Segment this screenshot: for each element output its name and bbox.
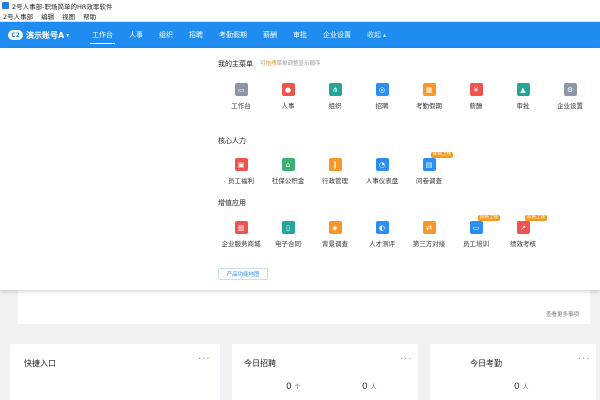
today-recruit-title: 今日招聘 xyxy=(244,359,276,368)
top-navbar: C2 演示账号A ▾ 工作台 人事 组织 招聘 考勤假期 薪酬 审批 企业设置 … xyxy=(0,22,600,48)
tab-workbench[interactable]: 工作台 xyxy=(84,22,121,48)
contract-icon: ▯ xyxy=(281,221,295,234)
menu-employee-welfare[interactable]: ▣ 员工福利 xyxy=(219,158,263,194)
menu-item-app[interactable]: 2号人事部 xyxy=(3,11,33,21)
today-recruit-card: 今日招聘 ··· 0 个 0 人 xyxy=(232,344,418,400)
collapse-menu-button[interactable]: 收起 ▴ xyxy=(359,22,394,48)
tab-personnel[interactable]: 人事 xyxy=(121,22,151,48)
chevron-up-icon: ▴ xyxy=(383,31,387,39)
calendar-icon: ▦ xyxy=(422,83,436,96)
nav-tabs: 工作台 人事 组织 招聘 考勤假期 薪酬 审批 企业设置 收起 ▴ xyxy=(84,22,394,48)
menu-organization[interactable]: ⋔ 组织 xyxy=(313,83,357,119)
window-titlebar: 2号人事部-职场简单的HR效率软件 xyxy=(0,0,600,11)
tab-salary[interactable]: 薪酬 xyxy=(255,22,285,48)
today-attendance-title: 今日考勤 xyxy=(470,359,502,368)
recruit-icon: ◎ xyxy=(375,83,389,96)
integration-icon: ⇄ xyxy=(422,221,436,234)
chevron-down-icon: ▾ xyxy=(66,31,70,39)
menu-item-view[interactable]: 视图 xyxy=(62,11,75,21)
recruit-people: 0 人 xyxy=(362,382,377,392)
account-switcher[interactable]: C2 演示账号A ▾ xyxy=(8,30,84,41)
gear-icon: ⚙ xyxy=(563,83,577,96)
gift-icon: ▣ xyxy=(234,158,248,171)
more-icon[interactable]: ··· xyxy=(578,354,591,365)
person-icon: ● xyxy=(281,83,295,96)
menu-survey[interactable]: 即将上线 ▤ 问卷调查 xyxy=(407,152,453,194)
menu-social-security[interactable]: ⌂ 社保公积金 xyxy=(266,158,310,194)
survey-icon: ▤ xyxy=(422,158,436,171)
collapse-label: 收起 xyxy=(367,31,381,39)
books-icon: ‖ xyxy=(328,158,342,171)
more-icon[interactable]: ··· xyxy=(400,354,413,365)
value-added-title: 增值应用 xyxy=(218,199,246,207)
menu-e-contract[interactable]: ▯ 电子合同 xyxy=(266,221,310,257)
today-attendance-card: 今日考勤 ··· 0 人 xyxy=(430,344,596,400)
coming-soon-badge: 即将上线 xyxy=(525,215,547,221)
main-menu-title: 我的主菜单 xyxy=(218,60,253,68)
salary-icon: ¥ xyxy=(469,83,483,96)
attendance-count: 0 人 xyxy=(514,382,529,392)
background-check-icon: ◈ xyxy=(328,221,342,234)
menu-third-party[interactable]: ⇄ 第三方对接 xyxy=(407,221,451,257)
training-icon: ▭ xyxy=(469,221,483,234)
tab-company-settings[interactable]: 企业设置 xyxy=(315,22,359,48)
menubar: 2号人事部 编辑 视图 帮助 xyxy=(0,11,600,22)
approval-icon: ▲ xyxy=(516,83,530,96)
mega-menu-panel: 我的主菜单 可拖拽菜单调整显示顺序 ▭ 工作台 ● 人事 ⋔ 组织 ◎ 招聘 ▦… xyxy=(0,48,600,290)
org-icon: ⋔ xyxy=(328,83,342,96)
tab-organization[interactable]: 组织 xyxy=(151,22,181,48)
menu-item-help[interactable]: 帮助 xyxy=(83,11,96,21)
menu-admin-management[interactable]: ‖ 行政管理 xyxy=(313,158,357,194)
quick-entry-card: 快捷入口 ··· xyxy=(10,344,220,400)
more-icon[interactable]: ··· xyxy=(198,354,211,365)
coming-soon-badge: 即将上线 xyxy=(478,215,500,221)
house-icon: ⌂ xyxy=(281,158,295,171)
talent-assess-icon: ◐ xyxy=(375,221,389,234)
menu-performance[interactable]: 即将上线 ↗ 绩效考核 xyxy=(501,215,547,257)
menu-hr-dashboard[interactable]: ◔ 人事仪表盘 xyxy=(360,158,404,194)
menu-salary[interactable]: ¥ 薪酬 xyxy=(454,83,498,119)
coming-soon-badge: 即将上线 xyxy=(431,152,453,158)
menu-employee-training[interactable]: 即将上线 ▭ 员工培训 xyxy=(454,215,500,257)
menu-workbench[interactable]: ▭ 工作台 xyxy=(219,83,263,119)
menu-background-check[interactable]: ◈ 背景调查 xyxy=(313,221,357,257)
menu-personnel[interactable]: ● 人事 xyxy=(266,83,310,119)
pie-chart-icon: ◔ xyxy=(375,158,389,171)
tab-approval[interactable]: 审批 xyxy=(285,22,315,48)
product-function-map-button[interactable]: 产品功能地图 xyxy=(218,268,268,280)
drag-hint: 可拖拽菜单调整显示顺序 xyxy=(260,61,321,67)
shop-icon: ▥ xyxy=(234,221,248,234)
menu-company-settings[interactable]: ⚙ 企业设置 xyxy=(548,83,592,119)
quick-entry-title: 快捷入口 xyxy=(24,359,56,368)
core-hr-title: 核心人力 xyxy=(218,137,246,145)
menu-talent-assessment[interactable]: ◐ 人才测评 xyxy=(360,221,404,257)
menu-service-mall[interactable]: ▥ 企业服务商城 xyxy=(219,221,263,257)
menu-attendance[interactable]: ▦ 考勤假期 xyxy=(407,83,451,119)
window-title: 2号人事部-职场简单的HR效率软件 xyxy=(12,2,113,11)
tab-attendance[interactable]: 考勤假期 xyxy=(211,22,255,48)
app-icon xyxy=(2,2,9,9)
menu-approval[interactable]: ▲ 审批 xyxy=(501,83,545,119)
menu-recruitment[interactable]: ◎ 招聘 xyxy=(360,83,404,119)
logo-icon: C2 xyxy=(8,30,23,40)
account-name: 演示账号A xyxy=(26,30,65,40)
menu-item-edit[interactable]: 编辑 xyxy=(41,11,54,21)
performance-icon: ↗ xyxy=(516,221,530,234)
recruit-count: 0 个 xyxy=(286,382,301,392)
monitor-icon: ▭ xyxy=(234,83,248,96)
more-todo-link[interactable]: 查看更多事项 xyxy=(546,310,579,318)
tab-recruitment[interactable]: 招聘 xyxy=(181,22,211,48)
